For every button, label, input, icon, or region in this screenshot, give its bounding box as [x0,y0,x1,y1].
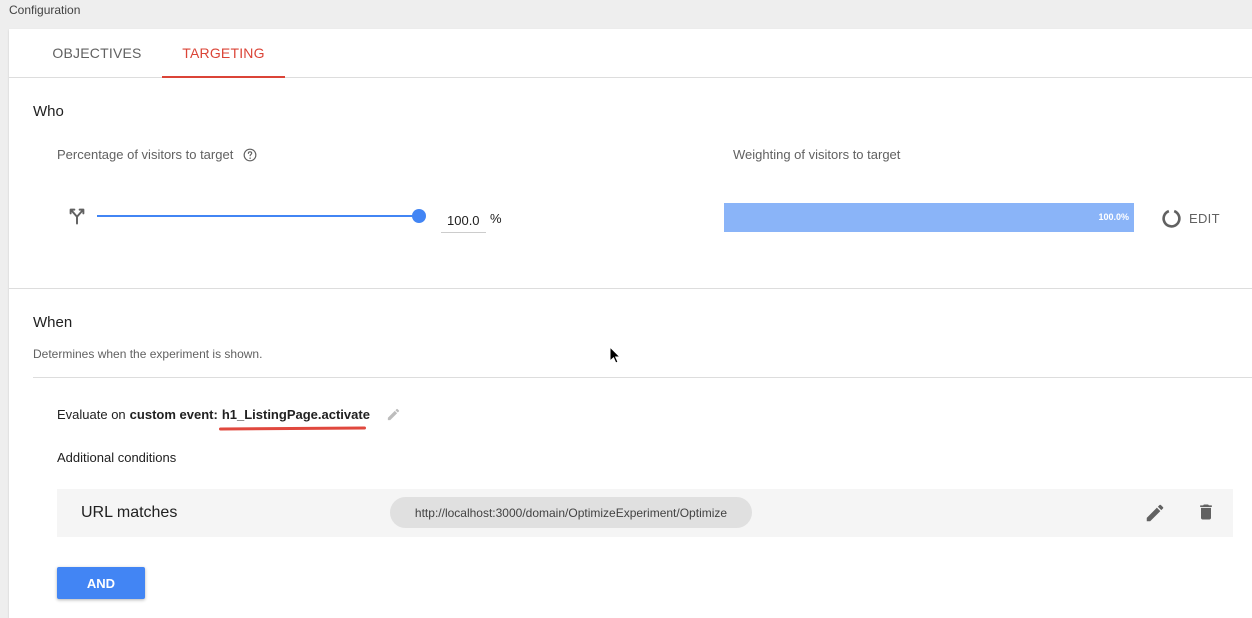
percentage-label-row: Percentage of visitors to target [57,147,257,162]
slider-thumb[interactable] [412,209,426,223]
percentage-slider[interactable] [97,209,426,223]
percentage-unit: % [490,211,502,226]
tab-objectives[interactable]: OBJECTIVES [33,29,161,77]
mouse-cursor-icon [609,346,621,364]
edit-weighting-button[interactable]: EDIT [1161,207,1220,229]
and-condition-button[interactable]: AND [57,567,145,599]
percentage-input[interactable] [441,208,486,233]
evaluate-row: Evaluate on custom event: h1_ListingPage… [57,407,401,431]
condition-url-chip[interactable]: http://localhost:3000/domain/OptimizeExp… [390,497,752,528]
evaluate-type: custom event: [129,407,218,422]
edit-label: EDIT [1189,210,1220,226]
event-name-wrap: h1_ListingPage.activate [218,407,370,431]
when-description: Determines when the experiment is shown. [33,347,263,361]
weighting-label: Weighting of visitors to target [733,147,901,162]
pencil-icon[interactable] [1144,502,1166,524]
trash-icon[interactable] [1196,501,1216,523]
page-header-title: Configuration [9,3,81,17]
help-circle-icon[interactable] [243,148,257,162]
weighting-bar-text: 100.0% [1098,212,1129,222]
split-icon [69,208,85,225]
pencil-icon[interactable] [386,407,401,422]
weighting-bar-fill [724,203,1134,232]
tab-bar: OBJECTIVES TARGETING [9,29,1252,78]
section-divider [9,288,1252,289]
condition-row: URL matches http://localhost:3000/domain… [57,489,1233,537]
slider-track [97,215,419,217]
configuration-card: OBJECTIVES TARGETING Who Percentage of v… [9,29,1252,618]
weighting-bar: 100.0% [724,203,1134,232]
evaluate-prefix: Evaluate on [57,407,126,422]
additional-conditions-label: Additional conditions [57,450,177,465]
condition-label: URL matches [81,504,178,521]
event-name: h1_ListingPage.activate [221,407,370,422]
when-section-title: When [33,314,73,331]
tab-targeting[interactable]: TARGETING [162,29,285,78]
annotation-underline [218,426,366,431]
percentage-label: Percentage of visitors to target [57,147,234,162]
when-divider [33,377,1252,378]
who-section-title: Who [33,103,64,120]
donut-chart-icon [1162,208,1181,228]
